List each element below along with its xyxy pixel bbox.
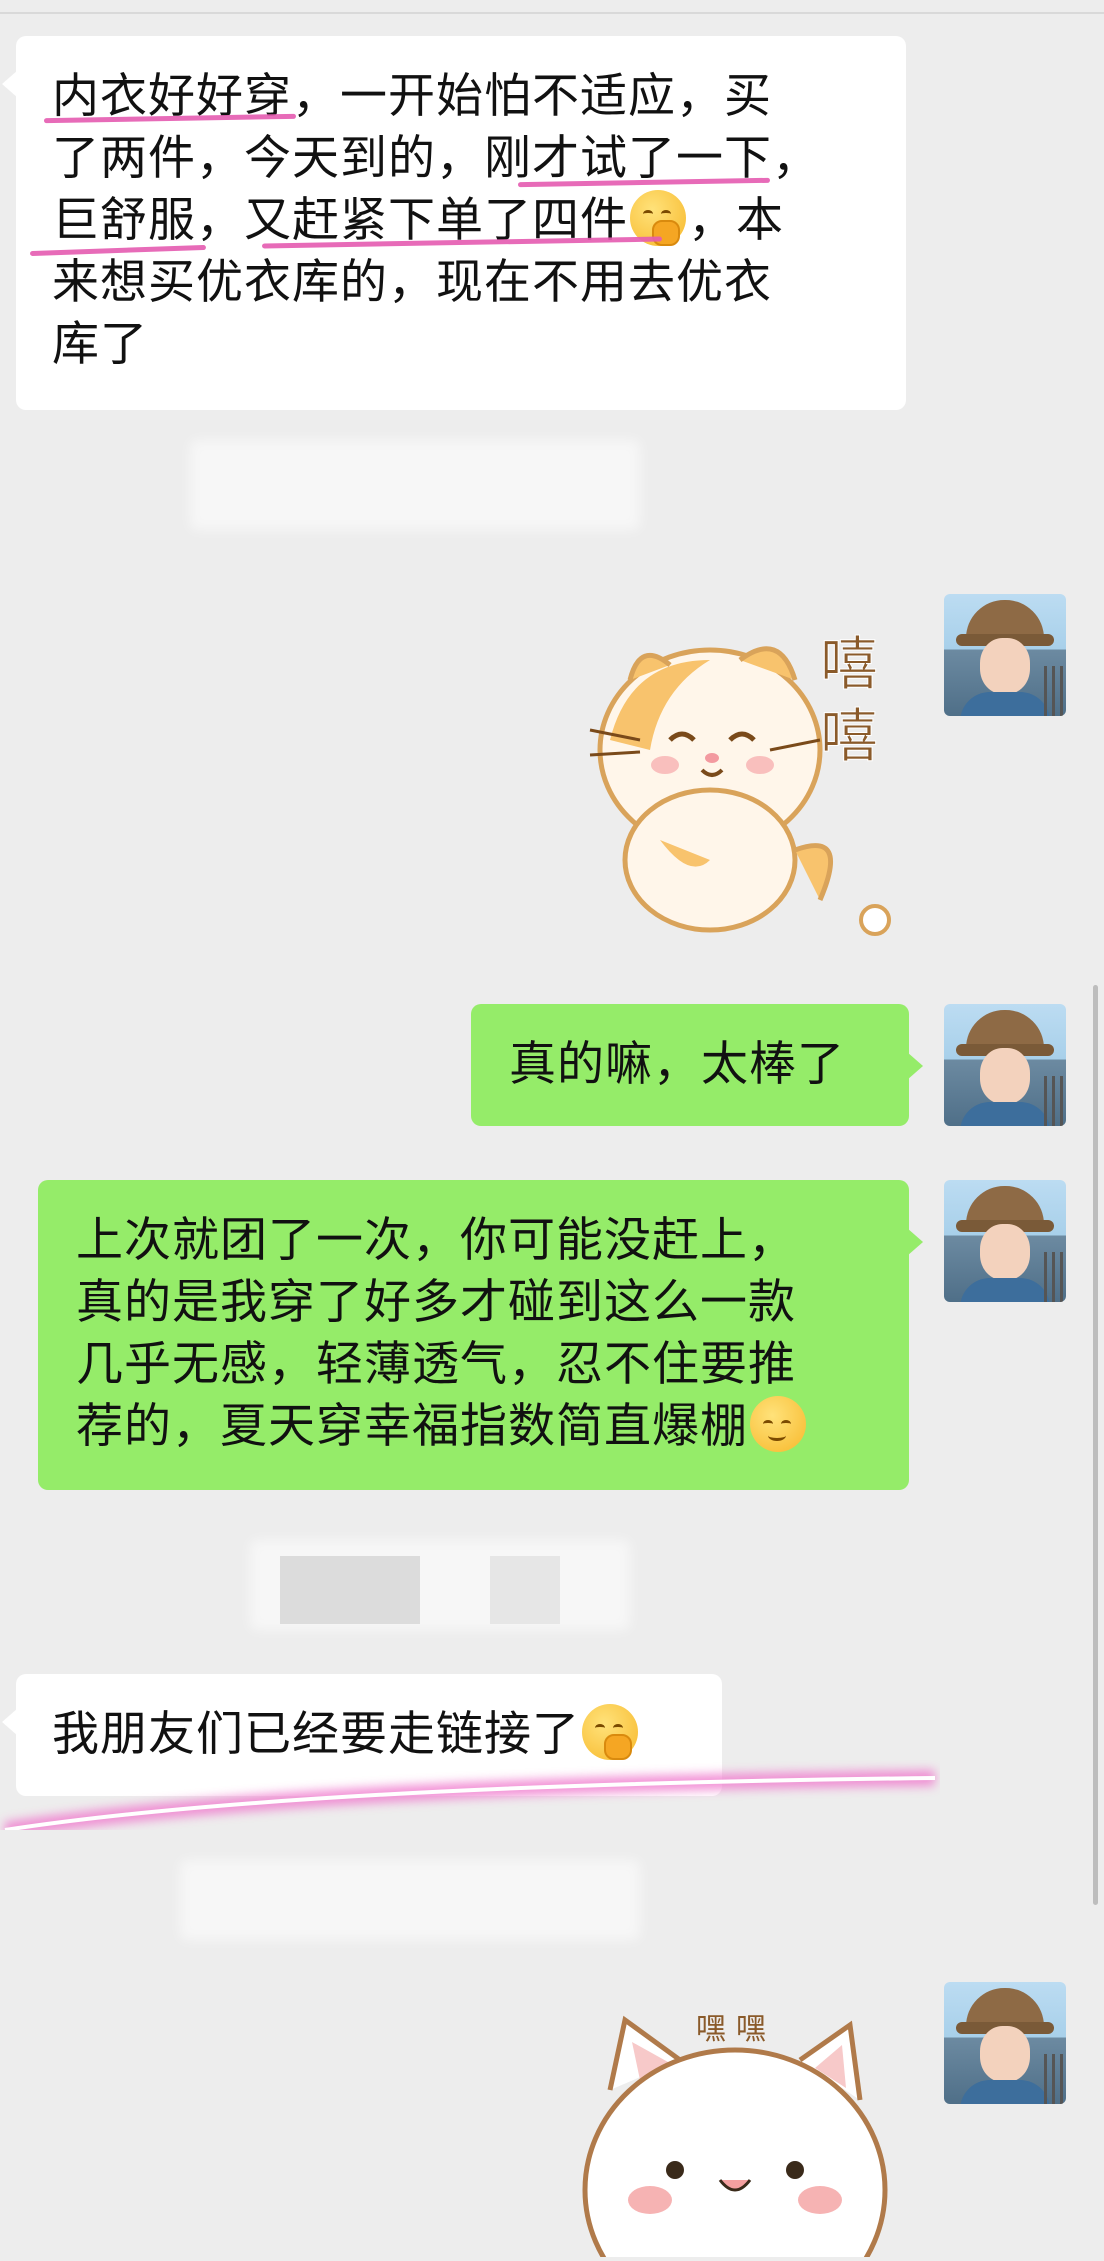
- highlight-stroke: [3, 1770, 936, 1830]
- sticker-caption: 嘻嘻: [820, 630, 879, 771]
- avatar[interactable]: [944, 1004, 1066, 1126]
- cat-sticker-xixi[interactable]: 嘻嘻: [570, 620, 910, 940]
- message-line: 了两件，今天到的，刚才试了一下，: [52, 131, 820, 186]
- avatar[interactable]: [944, 1982, 1066, 2104]
- message-line: 真的是我穿了好多才碰到这么一款: [76, 1275, 796, 1330]
- message-line: 荐的，夏天穿幸福指数简直爆棚: [76, 1396, 909, 1458]
- avatar[interactable]: [944, 1180, 1066, 1302]
- message-bubble-sent-1[interactable]: 真的嘛，太棒了: [471, 1004, 923, 1126]
- top-divider: [0, 12, 1104, 14]
- scrollbar[interactable]: [1093, 985, 1098, 1905]
- cat-sticker-heihei[interactable]: 嘿嘿: [570, 2010, 900, 2261]
- message-line: 上次就团了一次，你可能没赶上，: [76, 1213, 796, 1268]
- message-line: 真的嘛，太棒了: [509, 1037, 845, 1092]
- blurred-content: [190, 440, 640, 530]
- message-line: 几乎无感，轻薄透气，忍不住要推: [76, 1337, 796, 1392]
- blurred-content: [180, 1860, 640, 1940]
- message-line: 库了: [52, 317, 148, 372]
- message-bubble-received-1[interactable]: 内衣好好穿，一开始怕不适应，买 了两件，今天到的，刚才试了一下， 巨舒服，又赶紧…: [2, 36, 906, 410]
- message-line: 我朋友们已经要走链接了: [52, 1704, 722, 1766]
- hand-over-mouth-emoji: [582, 1704, 638, 1760]
- relieved-face-emoji: [750, 1396, 806, 1452]
- sticker-caption: 嘿嘿: [696, 2012, 776, 2047]
- message-line: 来想买优衣库的，现在不用去优衣: [52, 255, 772, 310]
- message-bubble-sent-2[interactable]: 上次就团了一次，你可能没赶上， 真的是我穿了好多才碰到这么一款 几乎无感，轻薄透…: [38, 1180, 923, 1490]
- redacted-block: [280, 1556, 420, 1624]
- avatar[interactable]: [944, 594, 1066, 716]
- redacted-block: [490, 1556, 560, 1624]
